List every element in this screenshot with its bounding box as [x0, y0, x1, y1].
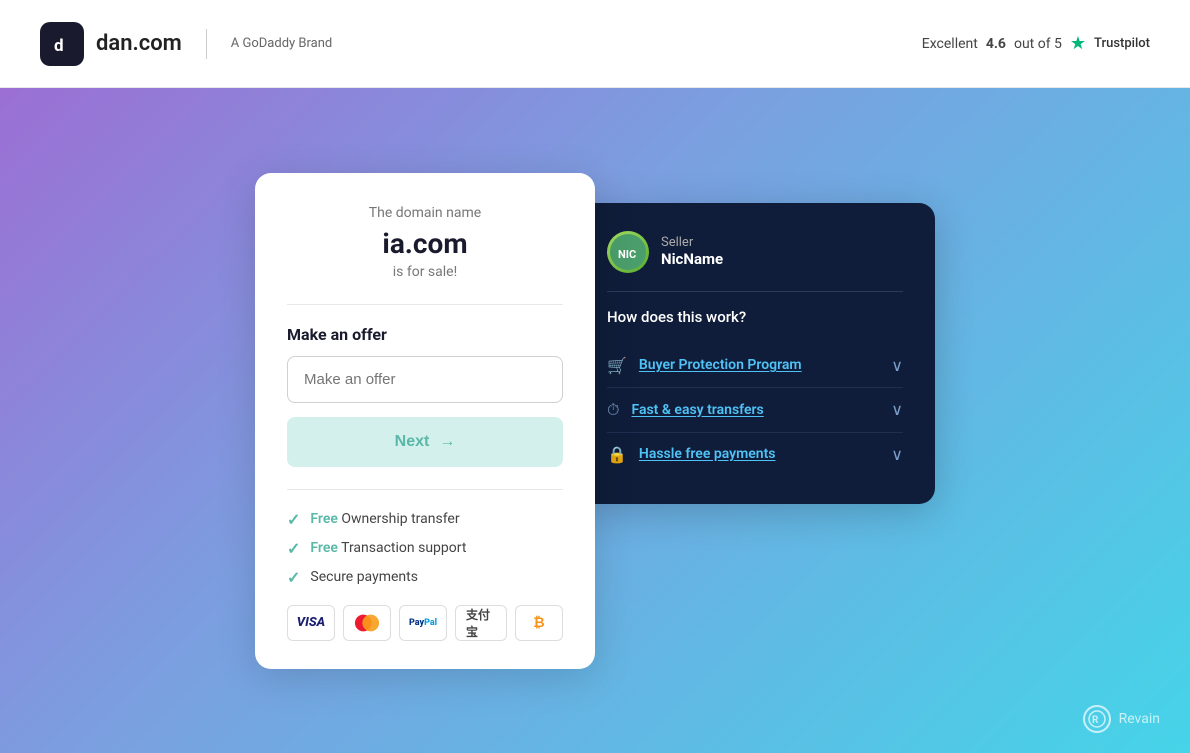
- hassle-free-label: Hassle free payments: [639, 446, 776, 462]
- alipay-icon: 支付宝: [455, 605, 507, 641]
- seller-name: NicName: [661, 250, 723, 268]
- visa-icon: VISA: [287, 605, 335, 641]
- next-arrow-icon: →: [439, 433, 455, 451]
- feature-left-1: 🛒 Buyer Protection Program: [607, 356, 802, 375]
- revain-label: Revain: [1119, 711, 1160, 727]
- check-icon-1: ✓: [287, 510, 300, 529]
- seller-divider: [607, 291, 903, 292]
- benefit-item-2: ✓ Free Transaction support: [287, 539, 563, 558]
- svg-text:d: d: [54, 36, 64, 56]
- benefit-text-1: Free Ownership transfer: [310, 511, 459, 527]
- feature-buyer-protection[interactable]: 🛒 Buyer Protection Program ∨: [607, 344, 903, 388]
- trustpilot-logo: Trustpilot: [1094, 36, 1150, 51]
- benefit-item-1: ✓ Free Ownership transfer: [287, 510, 563, 529]
- offer-input[interactable]: [287, 356, 563, 403]
- logo-divider: [206, 29, 207, 59]
- clock-icon: ⏱: [607, 400, 619, 420]
- benefit-text-2: Free Transaction support: [310, 540, 466, 556]
- trustpilot-excellent: Excellent: [922, 36, 978, 52]
- benefit-text-3: Secure payments: [310, 569, 418, 585]
- how-works-title: How does this work?: [607, 308, 903, 326]
- logo-area: d dan.com A GoDaddy Brand: [40, 22, 332, 66]
- feature-fast-transfers[interactable]: ⏱ Fast & easy transfers ∨: [607, 388, 903, 433]
- avatar-inner: NIC: [607, 231, 649, 273]
- check-icon-2: ✓: [287, 539, 300, 558]
- trustpilot-score: 4.6: [986, 36, 1006, 52]
- next-button[interactable]: Next →: [287, 417, 563, 467]
- trustpilot-section: Excellent 4.6 out of 5 ★ Trustpilot: [922, 33, 1150, 54]
- feature-hassle-free[interactable]: 🔒 Hassle free payments ∨: [607, 433, 903, 476]
- domain-label: The domain name: [287, 205, 563, 221]
- card-container: The domain name ia.com is for sale! Make…: [255, 173, 935, 669]
- seller-card: NIC Seller NicName How does this work? 🛒…: [575, 203, 935, 504]
- card-divider-top: [287, 304, 563, 305]
- header: d dan.com A GoDaddy Brand Excellent 4.6 …: [0, 0, 1190, 88]
- domain-name: ia.com: [287, 227, 563, 260]
- domain-card: The domain name ia.com is for sale! Make…: [255, 173, 595, 669]
- seller-label: Seller: [661, 235, 723, 250]
- site-name: dan.com: [96, 31, 182, 56]
- seller-info: Seller NicName: [661, 235, 723, 268]
- lock-icon: 🔒: [607, 445, 627, 464]
- buyer-protection-label: Buyer Protection Program: [639, 357, 802, 373]
- benefit-item-3: ✓ Secure payments: [287, 568, 563, 587]
- revain-icon: R: [1083, 705, 1111, 733]
- fast-transfers-label: Fast & easy transfers: [631, 402, 763, 418]
- offer-label: Make an offer: [287, 325, 563, 344]
- paypal-icon: PayPal: [399, 605, 447, 641]
- cart-icon: 🛒: [607, 356, 627, 375]
- feature-left-3: 🔒 Hassle free payments: [607, 445, 776, 464]
- mastercard-icon: [343, 605, 391, 641]
- chevron-down-icon-2: ∨: [891, 400, 903, 419]
- payment-icons-row: VISA PayPal 支付宝 ₿: [287, 605, 563, 641]
- svg-text:NIC: NIC: [618, 248, 636, 261]
- seller-avatar: NIC: [607, 231, 649, 273]
- revain-watermark: R Revain: [1083, 705, 1160, 733]
- trustpilot-star-icon: ★: [1070, 33, 1086, 54]
- domain-header: The domain name ia.com is for sale!: [287, 205, 563, 280]
- free-label-1: Free: [310, 511, 338, 527]
- check-icon-3: ✓: [287, 568, 300, 587]
- free-label-2: Free: [310, 540, 338, 556]
- seller-row: NIC Seller NicName: [607, 231, 903, 273]
- feature-left-2: ⏱ Fast & easy transfers: [607, 400, 764, 420]
- svg-text:R: R: [1092, 715, 1099, 726]
- domain-forsale: is for sale!: [287, 264, 563, 280]
- chevron-down-icon-1: ∨: [891, 356, 903, 375]
- bitcoin-icon: ₿: [515, 605, 563, 641]
- benefits-section: ✓ Free Ownership transfer ✓ Free Transac…: [287, 489, 563, 587]
- chevron-down-icon-3: ∨: [891, 445, 903, 464]
- dan-logo-icon: d: [40, 22, 84, 66]
- next-button-label: Next: [395, 433, 430, 451]
- trustpilot-outof: out of 5: [1014, 36, 1062, 52]
- godaddy-brand: A GoDaddy Brand: [231, 36, 332, 51]
- main-background: The domain name ia.com is for sale! Make…: [0, 88, 1190, 753]
